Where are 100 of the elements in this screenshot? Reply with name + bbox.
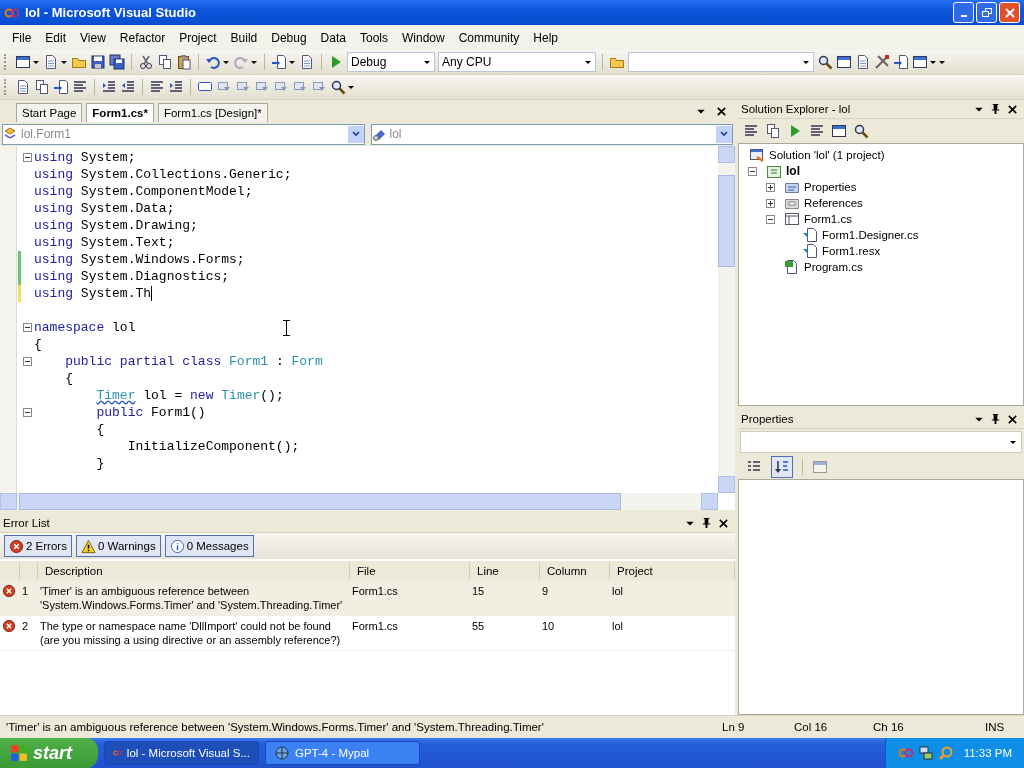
menu-item[interactable]: Refactor <box>112 30 173 45</box>
expand-icon[interactable] <box>766 182 775 192</box>
filter-button[interactable]: 0 Messages <box>164 535 254 557</box>
tree-item[interactable]: Form1.resx <box>822 245 881 257</box>
copy-icon[interactable] <box>765 123 781 139</box>
type-dropdown[interactable]: lol.Form1 <box>2 123 365 145</box>
column-header[interactable]: Project <box>610 562 735 580</box>
caret-icon[interactable] <box>288 58 296 66</box>
close-icon[interactable] <box>1007 103 1018 115</box>
search-icon[interactable] <box>853 123 869 139</box>
menu-item[interactable]: Debug <box>264 30 314 45</box>
document-arrow-icon[interactable] <box>53 79 69 95</box>
menu-item[interactable]: Edit <box>38 30 74 45</box>
pin-icon[interactable] <box>990 413 1001 425</box>
collapse-icon[interactable] <box>23 153 32 162</box>
window-icon[interactable] <box>836 54 852 70</box>
menu-item[interactable]: Community <box>451 30 527 45</box>
close-button[interactable] <box>999 2 1020 23</box>
pin-icon[interactable] <box>990 103 1001 115</box>
document-tab[interactable]: Form1.cs [Design]* <box>157 103 268 122</box>
menu-item[interactable]: Tools <box>352 30 395 45</box>
pin-icon[interactable] <box>701 517 712 529</box>
taskbar-button[interactable]: GPT-4 - Mypal <box>265 741 420 765</box>
document-icon[interactable] <box>15 79 31 95</box>
collapse-icon[interactable] <box>23 408 32 417</box>
member-dropdown[interactable]: lol <box>370 123 733 145</box>
scissors-icon[interactable] <box>138 54 154 70</box>
list-icon[interactable] <box>72 79 88 95</box>
clipboard-icon[interactable] <box>176 54 192 70</box>
taskbar-button[interactable]: lol - Microsoft Visual S... <box>104 741 259 765</box>
scrollbar[interactable] <box>718 146 735 493</box>
window-icon[interactable] <box>912 54 928 70</box>
caret-icon[interactable] <box>250 58 258 66</box>
indent-icon[interactable] <box>101 79 117 95</box>
close-icon[interactable] <box>1007 413 1018 425</box>
tree-item[interactable]: Form1.Designer.cs <box>822 229 919 241</box>
tree-item[interactable]: Program.cs <box>804 261 863 273</box>
tree-item[interactable]: lol <box>786 164 800 178</box>
window-icon[interactable] <box>831 123 847 139</box>
copy-icon[interactable] <box>157 54 173 70</box>
restore-button[interactable] <box>976 2 997 23</box>
dropdown-arrow-button[interactable] <box>716 125 732 143</box>
undo-icon[interactable] <box>205 54 221 70</box>
floppy-disks-icon[interactable] <box>109 54 125 70</box>
menu-item[interactable]: Build <box>223 30 265 45</box>
document-icon[interactable] <box>855 54 871 70</box>
document-arrow-icon[interactable] <box>271 54 287 70</box>
filter-button[interactable]: 0 Warnings <box>75 535 161 557</box>
tree-item[interactable]: References <box>804 197 863 209</box>
collapse-icon[interactable] <box>766 214 775 224</box>
tree-item[interactable]: Solution 'lol' (1 project) <box>769 149 885 161</box>
list-icon[interactable] <box>809 123 825 139</box>
collapse-icon[interactable] <box>748 166 757 176</box>
menu-item[interactable]: View <box>73 30 113 45</box>
search-icon[interactable] <box>330 79 346 95</box>
sort-button[interactable] <box>771 456 793 478</box>
column-header[interactable]: Line <box>470 562 540 580</box>
collapse-icon[interactable] <box>23 323 32 332</box>
error-row[interactable]: 2 The type or namespace name 'DllImport' could not be found (are you missing a using directive or an assembly reference?) Form1.cs 55 10 lol <box>0 616 735 651</box>
collapse-icon[interactable] <box>23 357 32 366</box>
error-row[interactable]: 1 'Timer' is an ambiguous reference between 'System.Windows.Forms.Timer' and 'System.Threading.Timer' Form1.cs 15 9 lol <box>0 581 735 616</box>
caret-icon[interactable] <box>222 58 230 66</box>
configuration-dropdown[interactable]: Debug <box>347 52 435 72</box>
column-header[interactable]: Column <box>540 562 610 580</box>
column-header[interactable]: File <box>350 562 470 580</box>
document-tab[interactable]: Form1.cs* <box>86 103 154 122</box>
scrollbar[interactable] <box>0 493 718 510</box>
document-arrow-icon[interactable] <box>893 54 909 70</box>
network-icon[interactable] <box>917 745 934 761</box>
overflow-icon[interactable] <box>938 58 946 66</box>
tools-icon[interactable] <box>874 54 890 70</box>
document-icon[interactable] <box>43 54 59 70</box>
minimize-button[interactable] <box>953 2 974 23</box>
window-icon[interactable] <box>15 54 31 70</box>
outdent-icon[interactable] <box>120 79 136 95</box>
platform-dropdown[interactable]: Any CPU <box>438 52 596 72</box>
close-icon[interactable] <box>716 105 727 117</box>
close-icon[interactable] <box>718 517 729 529</box>
column-header[interactable]: Description <box>38 562 350 580</box>
filter-button[interactable]: 2 Errors <box>4 535 72 557</box>
overflow-icon[interactable] <box>347 83 355 91</box>
menu-item[interactable]: Window <box>395 30 452 45</box>
copy-icon[interactable] <box>34 79 50 95</box>
dropdown-arrow-button[interactable] <box>347 125 364 143</box>
search-icon[interactable] <box>817 54 833 70</box>
menu-item[interactable]: Help <box>526 30 566 45</box>
expand-icon[interactable] <box>766 198 775 208</box>
menu-item[interactable]: Data <box>313 30 353 45</box>
caret-icon[interactable] <box>929 58 937 66</box>
caret-icon[interactable] <box>60 58 68 66</box>
list-icon[interactable] <box>149 79 165 95</box>
caret-icon[interactable] <box>32 58 40 66</box>
tree-item[interactable]: Form1.cs <box>804 213 852 225</box>
document-icon[interactable] <box>299 54 315 70</box>
menu-item[interactable]: Project <box>172 30 224 45</box>
indent-icon[interactable] <box>168 79 184 95</box>
list-icon[interactable] <box>743 123 759 139</box>
menu-item[interactable]: File <box>5 30 39 45</box>
document-tab[interactable]: Start Page <box>16 103 83 122</box>
tree-item[interactable]: Properties <box>804 181 857 193</box>
